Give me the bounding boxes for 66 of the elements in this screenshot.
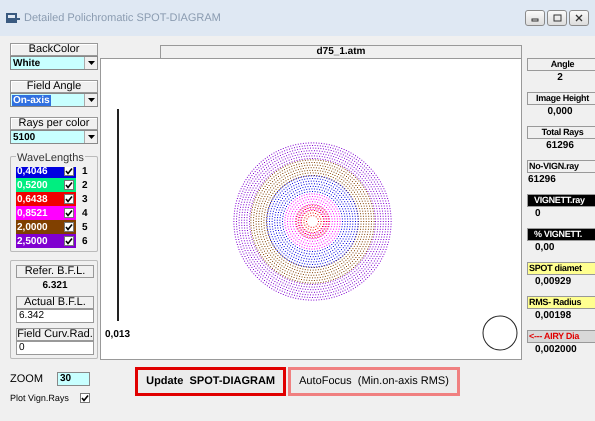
wavelength-value: 2,5000: [16, 234, 76, 248]
actual-bfl-label: Actual B.F.L.: [16, 296, 94, 309]
result-label: Angle: [527, 58, 595, 71]
zoom-field[interactable]: 30: [57, 372, 90, 386]
actual-bfl-field[interactable]: 6.342: [16, 309, 94, 323]
field-curv-label: Field Curv.Rad.: [16, 328, 94, 341]
result-value: 0,00: [534, 241, 556, 255]
result-label: Image Height: [527, 92, 595, 105]
combo-label: Field Angle: [10, 80, 98, 93]
wavelength-number: 3: [82, 192, 88, 206]
result-label: <--- AIRY Dia: [527, 330, 595, 343]
combo-label: Rays per color: [10, 117, 98, 130]
close-button[interactable]: [569, 10, 589, 26]
checkbox[interactable]: [64, 180, 74, 190]
wavelength-value: 2,0000: [16, 220, 76, 234]
minimize-button[interactable]: [525, 10, 545, 26]
result-value: 2: [556, 71, 564, 85]
autofocus-button[interactable]: AutoFocus (Min.on-axis RMS): [288, 367, 460, 396]
update-button[interactable]: Update SPOT-DIAGRAM: [135, 367, 286, 396]
result-value: 61296: [527, 173, 557, 187]
zoom-label: ZOOM: [10, 372, 43, 387]
dropdown[interactable]: 5100: [10, 130, 98, 144]
result-label: No-VIGN.ray: [527, 160, 595, 173]
wavelength-value: 0,8521: [16, 206, 76, 220]
airy-disk-circle: [482, 316, 518, 350]
checkbox[interactable]: [64, 236, 74, 246]
checkbox[interactable]: [64, 194, 74, 204]
window-title: Detailed Polichromatic SPOT-DIAGRAM: [24, 10, 221, 26]
result-label: RMS- Radius: [527, 296, 595, 309]
group-title: WaveLengths: [16, 150, 85, 166]
scale-label: 0,013: [105, 328, 130, 342]
result-value: 0,002000: [534, 343, 578, 357]
checkbox[interactable]: [64, 222, 74, 232]
wavelength-number: 6: [82, 234, 88, 248]
result-value: 0,00929: [534, 275, 572, 289]
app-icon: [6, 12, 20, 24]
maximize-icon: [552, 14, 562, 22]
result-label: SPOT diamet: [527, 262, 595, 275]
wavelength-value: 0,6438: [16, 192, 76, 206]
wavelength-number: 1: [82, 164, 88, 178]
refer-bfl-value: 6.321: [41, 279, 69, 293]
refer-bfl-label: Refer. B.F.L.: [16, 265, 94, 278]
dropdown[interactable]: On-axis: [10, 93, 98, 107]
field-curv-field[interactable]: 0: [16, 341, 94, 355]
dropdown[interactable]: White: [10, 56, 98, 70]
result-value: 0: [534, 207, 542, 221]
close-icon: [575, 14, 583, 22]
combo-label: BackColor: [10, 43, 98, 56]
wavelength-number: 5: [82, 220, 88, 234]
result-label: VIGNETT.ray: [527, 194, 595, 207]
dropdown-arrow-icon: [88, 135, 94, 139]
wavelength-number: 2: [82, 178, 88, 192]
checkbox[interactable]: [64, 166, 74, 176]
plot-vign-label: Plot Vign.Rays: [10, 392, 69, 405]
result-label: Total Rays: [527, 126, 595, 139]
maximize-button[interactable]: [547, 10, 567, 26]
result-label: % VIGNETT.: [527, 228, 595, 241]
result-value: 61296: [545, 139, 575, 153]
dropdown-arrow-icon: [88, 98, 94, 102]
wavelength-number: 4: [82, 206, 88, 220]
result-value: 0,00198: [534, 309, 572, 323]
result-value: 0,000: [546, 105, 574, 119]
wavelength-value: 0,5200: [16, 178, 76, 192]
checkbox[interactable]: [80, 393, 90, 404]
checkbox[interactable]: [64, 208, 74, 218]
dropdown-arrow-icon: [88, 61, 94, 65]
